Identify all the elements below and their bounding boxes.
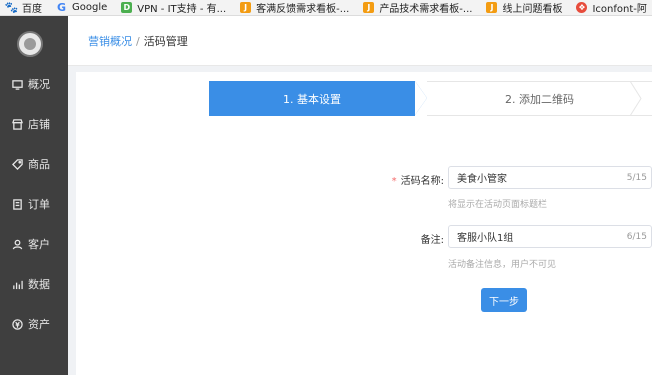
paw-icon: 🐾 [4, 1, 19, 14]
breadcrumb-separator: / [136, 34, 140, 48]
bookmarks-bar: 🐾 百度 G Google D VPN - IT支持 - 有... J 客满反馈… [0, 0, 652, 16]
sidebar-item-label: 店铺 [28, 118, 50, 131]
remark-char-counter: 6/15 [626, 231, 647, 242]
bookmark-vpn[interactable]: D VPN - IT支持 - 有... [121, 0, 227, 15]
tag-icon [10, 157, 24, 171]
chart-icon [10, 277, 24, 291]
store-icon [10, 117, 24, 131]
name-hint: 将显示在活动页面标题栏 [448, 200, 548, 210]
sidebar-item-data[interactable]: 数据 [0, 272, 68, 296]
sidebar-item-assets[interactable]: 资产 [0, 312, 68, 336]
bookmark-feedback-board[interactable]: J 客满反馈需求看板-... [240, 0, 350, 15]
next-step-button[interactable]: 下一步 [481, 288, 527, 312]
sidebar-item-goods[interactable]: 商品 [0, 152, 68, 176]
order-icon [10, 197, 24, 211]
step-basic-settings[interactable]: 1. 基本设置 [209, 81, 427, 116]
bookmark-google[interactable]: G Google [56, 0, 108, 15]
bookmark-label: Iconfont-阿 [592, 4, 647, 15]
j-icon: J [363, 2, 375, 13]
remark-value: 客服小队1组 [457, 233, 514, 244]
step-label: 1. 基本设置 [283, 92, 341, 106]
bookmark-baidu[interactable]: 🐾 百度 [4, 0, 42, 15]
bookmark-label: 线上问题看板 [502, 4, 563, 15]
sidebar-item-customers[interactable]: 客户 [0, 232, 68, 256]
overview-icon [10, 77, 24, 91]
j-icon: J [486, 2, 498, 13]
avatar-image [24, 38, 36, 50]
bookmark-iconfont[interactable]: ❖ Iconfont-阿 [576, 0, 647, 15]
breadcrumb-parent[interactable]: 营销概况 [88, 35, 132, 48]
user-icon [10, 237, 24, 251]
bookmark-product-board[interactable]: J 产品技术需求看板-... [363, 0, 473, 15]
page-header: 营销概况 / 活码管理 [68, 16, 652, 66]
sidebar-item-label: 订单 [28, 198, 50, 211]
name-label-text: 活码名称: [400, 176, 444, 187]
step-add-qrcode[interactable]: 2. 添加二维码 [415, 81, 652, 116]
name-label: * 活码名称: [376, 172, 444, 187]
iconfont-icon: ❖ [576, 2, 588, 13]
remark-input[interactable]: 客服小队1组 6/15 [448, 225, 652, 248]
activity-name-value: 美食小管家 [457, 174, 507, 185]
bookmark-label: 百度 [22, 4, 42, 15]
sidebar-item-label: 商品 [28, 158, 50, 171]
bookmark-label: 客满反馈需求看板-... [256, 4, 350, 15]
breadcrumb-current: 活码管理 [143, 34, 188, 48]
avatar[interactable] [17, 31, 43, 57]
main-content: 1. 基本设置 2. 添加二维码 * 活码名称: 美食小管家 5/15 将显示在活… [76, 72, 652, 375]
d-icon: D [121, 2, 133, 13]
google-icon: G [56, 1, 67, 14]
remark-hint: 活动备注信息，用户不可见 [448, 260, 557, 270]
bookmark-issue-board[interactable]: J 线上问题看板 [486, 0, 563, 15]
j-icon: J [240, 2, 252, 13]
required-mark: * [391, 176, 397, 187]
sidebar-item-label: 概况 [28, 78, 50, 91]
sidebar: 概况 店铺 商品 订单 客户 数据 资产 [0, 16, 68, 375]
sidebar-item-label: 客户 [28, 238, 50, 251]
step-label: 2. 添加二维码 [505, 92, 574, 106]
bookmark-label: Google [72, 2, 108, 13]
bookmark-label: VPN - IT支持 - 有... [137, 4, 227, 15]
sidebar-item-label: 资产 [28, 318, 50, 331]
activity-name-input[interactable]: 美食小管家 5/15 [448, 166, 652, 189]
sidebar-item-label: 数据 [28, 278, 50, 291]
sidebar-item-store[interactable]: 店铺 [0, 112, 68, 136]
name-char-counter: 5/15 [626, 172, 647, 183]
sidebar-item-orders[interactable]: 订单 [0, 192, 68, 216]
sidebar-item-overview[interactable]: 概况 [0, 72, 68, 96]
asset-icon [10, 317, 24, 331]
bookmark-label: 产品技术需求看板-... [379, 4, 473, 15]
step-arrow-icon [629, 81, 642, 116]
remark-label: 备注: [420, 235, 444, 246]
breadcrumb: 营销概况 / 活码管理 [88, 33, 188, 49]
